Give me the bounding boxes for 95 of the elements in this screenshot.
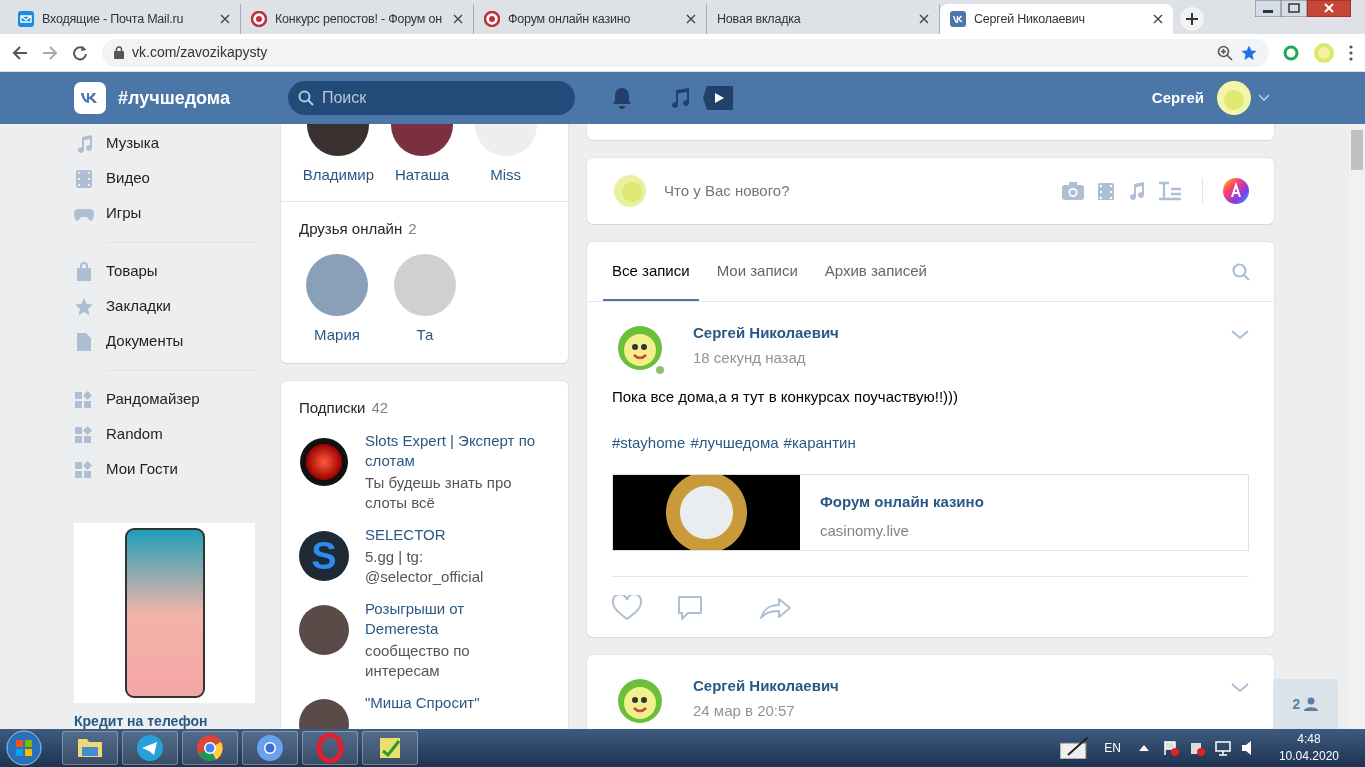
- close-icon[interactable]: [1153, 14, 1163, 24]
- subscription-name[interactable]: "Миша Спросит": [365, 693, 537, 713]
- star-icon[interactable]: [1241, 44, 1257, 61]
- ad-image[interactable]: [74, 523, 255, 703]
- subscription-name[interactable]: SELECTOR: [365, 525, 537, 545]
- network-icon[interactable]: [1214, 740, 1231, 756]
- play-icon[interactable]: [702, 86, 733, 110]
- subscription-count: 42: [371, 398, 389, 416]
- author-name[interactable]: Сергей Николаевич: [693, 321, 1231, 344]
- avatar-photo[interactable]: [299, 605, 349, 655]
- author-name[interactable]: Сергей Николаевич: [693, 674, 1231, 697]
- language-indicator[interactable]: EN: [1104, 739, 1121, 757]
- menu-item[interactable]: Музыка: [74, 126, 255, 161]
- menu-item[interactable]: Видео: [74, 161, 255, 196]
- flag-icon[interactable]: [1162, 740, 1179, 756]
- up-arrow-icon[interactable]: [1138, 745, 1149, 751]
- close-icon[interactable]: [686, 14, 696, 24]
- close-icon[interactable]: [919, 14, 929, 24]
- wall-tab[interactable]: Все записи: [603, 242, 699, 301]
- menu-item[interactable]: Товары: [74, 254, 255, 289]
- avatar-icon[interactable]: [1216, 80, 1252, 116]
- reload-icon[interactable]: [72, 44, 88, 61]
- wall-tab[interactable]: Архив записей: [815, 242, 936, 301]
- subscription-description: сообщество по интересам: [365, 641, 471, 681]
- sphere-icon[interactable]: [299, 437, 349, 487]
- post-text: Пока все дома,а я тут в конкурсах поучаствую!!))): [611, 386, 960, 407]
- new-tab-icon[interactable]: [1179, 6, 1205, 32]
- menu-item[interactable]: Мои Гости: [74, 452, 255, 487]
- menu-icon[interactable]: [1349, 44, 1353, 61]
- ad-title[interactable]: Кредит на телефон: [74, 711, 255, 729]
- mail-icon: [18, 11, 34, 27]
- friend-name[interactable]: Наташа: [394, 164, 450, 187]
- address-bar[interactable]: vk.com/zavozikapysty: [102, 38, 1269, 67]
- color-circle-icon[interactable]: [1223, 178, 1249, 204]
- hashtag-title[interactable]: #лучшедома: [118, 84, 230, 112]
- menu-item[interactable]: Игры: [74, 196, 255, 231]
- hashtag-link[interactable]: #лучшедома: [690, 434, 779, 451]
- subscription-name[interactable]: Slots Expert | Эксперт по слотам: [365, 431, 537, 471]
- apps-icon: [74, 389, 94, 410]
- menu-item[interactable]: Рандомайзер: [74, 382, 255, 417]
- menu-item[interactable]: Документы: [74, 324, 255, 359]
- user-name[interactable]: Сергей: [1151, 86, 1204, 110]
- star-icon: [74, 296, 94, 317]
- friend-name[interactable]: Мария: [314, 324, 360, 347]
- online-dot: [654, 363, 666, 376]
- bag-icon: [74, 261, 94, 282]
- start-orb-icon[interactable]: [4, 730, 44, 766]
- link-domain: casinomy.live: [820, 521, 910, 541]
- document-icon: [74, 331, 94, 352]
- maximize-icon[interactable]: [1281, 0, 1307, 17]
- close-icon[interactable]: [220, 14, 230, 24]
- hashtag-link[interactable]: #stayhome: [612, 434, 686, 451]
- subscription-name[interactable]: Розыгрыши от Demeresta: [365, 599, 537, 639]
- section-title: Друзья онлайн: [299, 219, 403, 237]
- lock-icon: [114, 46, 124, 59]
- back-icon[interactable]: [12, 44, 28, 61]
- apps-icon: [74, 424, 94, 445]
- link-preview[interactable]: Форум онлайн казино casinomy.live: [612, 473, 1249, 551]
- section-title: Подписки: [299, 398, 366, 416]
- vk-logo-icon[interactable]: [74, 82, 106, 114]
- film-icon: [74, 168, 94, 189]
- caret-icon[interactable]: [1258, 94, 1270, 102]
- pen-tablet-icon[interactable]: [1060, 737, 1091, 759]
- scrollbar[interactable]: [1349, 124, 1365, 729]
- menu-item[interactable]: Random: [74, 417, 255, 452]
- logo-avatar[interactable]: S: [299, 531, 349, 581]
- subscription-description: Ты будешь знать про слоты всё: [365, 473, 513, 513]
- vk-logo-icon: [950, 11, 966, 27]
- chrome-icon[interactable]: [195, 733, 225, 763]
- power-icon[interactable]: [1188, 740, 1205, 756]
- apps-icon: [74, 459, 94, 480]
- search-field[interactable]: Поиск: [287, 81, 575, 115]
- ring-icon: [251, 11, 267, 27]
- hashtag-link[interactable]: #карантин: [783, 434, 856, 451]
- link-title[interactable]: Форум онлайн казино: [820, 490, 984, 513]
- close-icon[interactable]: [1307, 0, 1351, 17]
- subscription-description: 5.gg | tg: @selector_official: [365, 547, 485, 587]
- telegram-icon[interactable]: [135, 733, 165, 763]
- chromium-icon[interactable]: [255, 733, 285, 763]
- person-icon: [1304, 697, 1319, 711]
- ring-icon[interactable]: [1283, 44, 1299, 61]
- friend-name[interactable]: Та: [416, 324, 434, 347]
- search-icon: [297, 90, 314, 106]
- ring-icon: [484, 11, 500, 27]
- zoom-icon[interactable]: [1217, 44, 1233, 61]
- wall-tab[interactable]: Мои записи: [707, 242, 807, 301]
- minimize-icon[interactable]: [1255, 0, 1281, 17]
- clock-date[interactable]: 10.04.2020: [1278, 748, 1339, 765]
- friend-count: 2: [408, 219, 417, 237]
- friend-name[interactable]: Miss: [490, 164, 522, 187]
- browser-tab[interactable]: Сергей Николаевич: [940, 4, 1173, 34]
- close-icon[interactable]: [453, 14, 463, 24]
- clock-time[interactable]: 4:48: [1278, 731, 1339, 748]
- friend-name[interactable]: Владимир: [302, 164, 374, 187]
- menu-item[interactable]: Закладки: [74, 289, 255, 324]
